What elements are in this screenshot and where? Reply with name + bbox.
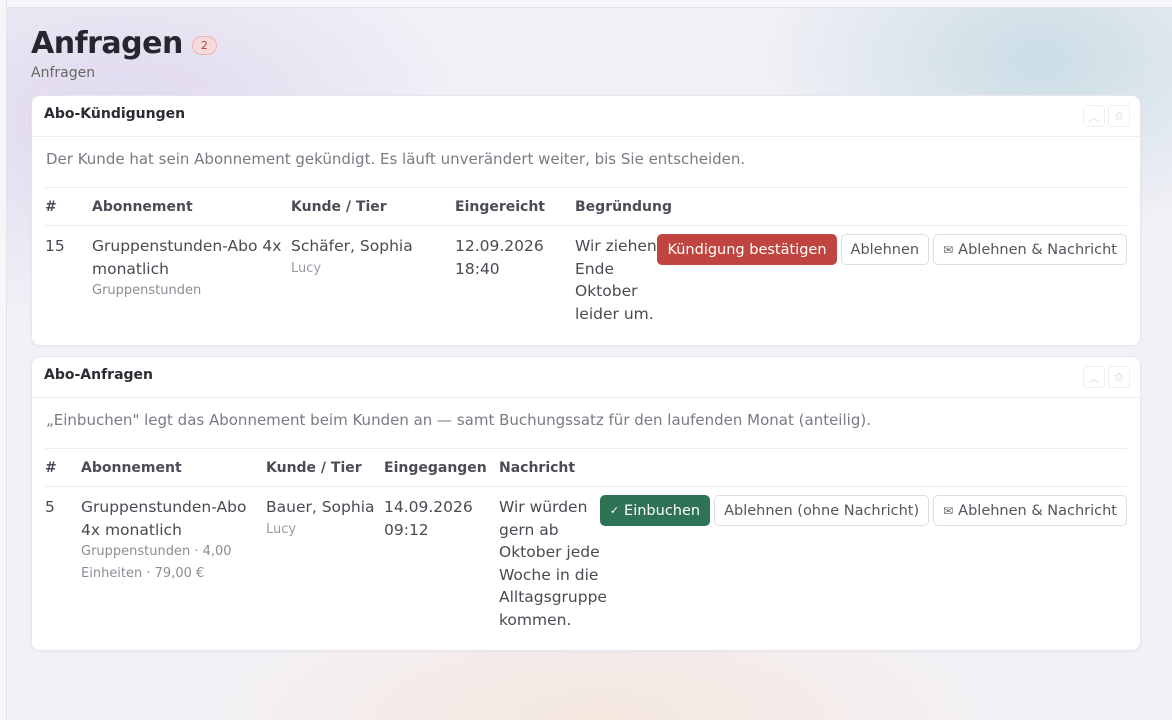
col-received: Eingegangen bbox=[384, 459, 487, 476]
pet-name: Lucy bbox=[266, 521, 297, 537]
row-actions: ✓ Einbuchen Ablehnen (ohne Nachricht) ✉ … bbox=[599, 495, 1127, 526]
requests-card-title: Abo-Anfragen bbox=[44, 367, 154, 383]
mail-x-icon: ✉ bbox=[943, 242, 954, 257]
row-id: 5 bbox=[45, 498, 55, 516]
col-message: Nachricht bbox=[499, 459, 576, 476]
cancellations-card: Abo-Kündigungen ︿ ⎙ Der Kunde hat sein A… bbox=[31, 95, 1141, 346]
table-row: 15 Gruppenstunden-Abo 4x monatlich Grupp… bbox=[45, 226, 1127, 325]
check-icon: ✓ bbox=[609, 504, 620, 517]
subscription-category: Gruppenstunden bbox=[92, 283, 202, 298]
subscription-price: Einheiten · 79,00 € bbox=[81, 566, 205, 581]
col-subscription: Abonnement bbox=[81, 459, 182, 476]
mail-x-icon: ✉ bbox=[943, 503, 954, 518]
pet-name: Lucy bbox=[291, 260, 322, 276]
col-reason: Begründung bbox=[575, 198, 673, 215]
row-actions: Kündigung bestätigen Ablehnen ✉ Ablehnen… bbox=[657, 234, 1127, 265]
col-id: # bbox=[45, 198, 57, 215]
book-button[interactable]: ✓ Einbuchen bbox=[599, 495, 711, 526]
cancellations-card-header: Abo-Kündigungen ︿ ⎙ bbox=[32, 96, 1140, 137]
page-title: Anfragen bbox=[31, 26, 183, 61]
col-customer: Kunde / Tier bbox=[291, 198, 387, 215]
row-received: 14.09.2026 09:12 bbox=[384, 498, 473, 539]
request-count-badge: 2 bbox=[191, 36, 217, 55]
col-submitted: Eingereicht bbox=[455, 198, 546, 215]
col-id: # bbox=[45, 459, 57, 476]
row-customer: Bauer, Sophia Lucy bbox=[266, 496, 384, 631]
chevron-up-icon[interactable]: ︿ bbox=[1083, 105, 1105, 127]
col-customer: Kunde / Tier bbox=[266, 459, 362, 476]
cancellations-card-title: Abo-Kündigungen bbox=[44, 106, 186, 122]
reject-with-message-button[interactable]: ✉ Ablehnen & Nachricht bbox=[933, 495, 1127, 526]
print-icon[interactable]: ⎙ bbox=[1108, 105, 1130, 127]
requests-table: # Abonnement Kunde / Tier Eingegangen Na… bbox=[45, 449, 1127, 631]
customer-name: Schäfer, Sophia bbox=[291, 237, 413, 255]
reject-with-message-button[interactable]: ✉ Ablehnen & Nachricht bbox=[933, 234, 1127, 265]
row-message: Wir würden gern ab Oktober jede Woche in… bbox=[499, 498, 607, 629]
top-border bbox=[0, 0, 1172, 8]
requests-card: Abo-Anfragen ︿ ⎙ „Einbuchen" legt das Ab… bbox=[31, 356, 1141, 651]
cancellations-note: Der Kunde hat sein Abonnement gekündigt.… bbox=[46, 150, 746, 168]
row-id: 15 bbox=[45, 237, 65, 255]
table-header: # Abonnement Kunde / Tier Eingereicht Be… bbox=[45, 188, 1127, 226]
left-border bbox=[0, 0, 7, 720]
customer-name: Bauer, Sophia bbox=[266, 498, 375, 516]
col-subscription: Abonnement bbox=[92, 198, 193, 215]
page-header: Anfragen 2 Anfragen bbox=[31, 26, 217, 81]
confirm-cancellation-button[interactable]: Kündigung bestätigen bbox=[657, 234, 837, 265]
requests-note: „Einbuchen" legt das Abonnement beim Kun… bbox=[46, 411, 871, 429]
row-submitted: 12.09.2026 18:40 bbox=[455, 237, 544, 278]
print-icon[interactable]: ⎙ bbox=[1108, 366, 1130, 388]
reject-button[interactable]: Ablehnen bbox=[840, 234, 930, 265]
page-subtitle: Anfragen bbox=[31, 65, 96, 81]
requests-card-header: Abo-Anfragen ︿ ⎙ bbox=[32, 357, 1140, 398]
table-row: 5 Gruppenstunden-Abo 4x monatlich Gruppe… bbox=[45, 487, 1127, 631]
cancellations-table: # Abonnement Kunde / Tier Eingereicht Be… bbox=[45, 188, 1127, 325]
row-subscription: Gruppenstunden-Abo 4x monatlich Gruppens… bbox=[92, 235, 291, 325]
subscription-details: Gruppenstunden · 4,00 bbox=[81, 544, 232, 559]
chevron-up-icon[interactable]: ︿ bbox=[1083, 366, 1105, 388]
row-subscription: Gruppenstunden-Abo 4x monatlich Gruppens… bbox=[81, 496, 266, 631]
table-header: # Abonnement Kunde / Tier Eingegangen Na… bbox=[45, 449, 1127, 487]
row-customer: Schäfer, Sophia Lucy bbox=[291, 235, 455, 325]
reject-silent-button[interactable]: Ablehnen (ohne Nachricht) bbox=[714, 495, 930, 526]
